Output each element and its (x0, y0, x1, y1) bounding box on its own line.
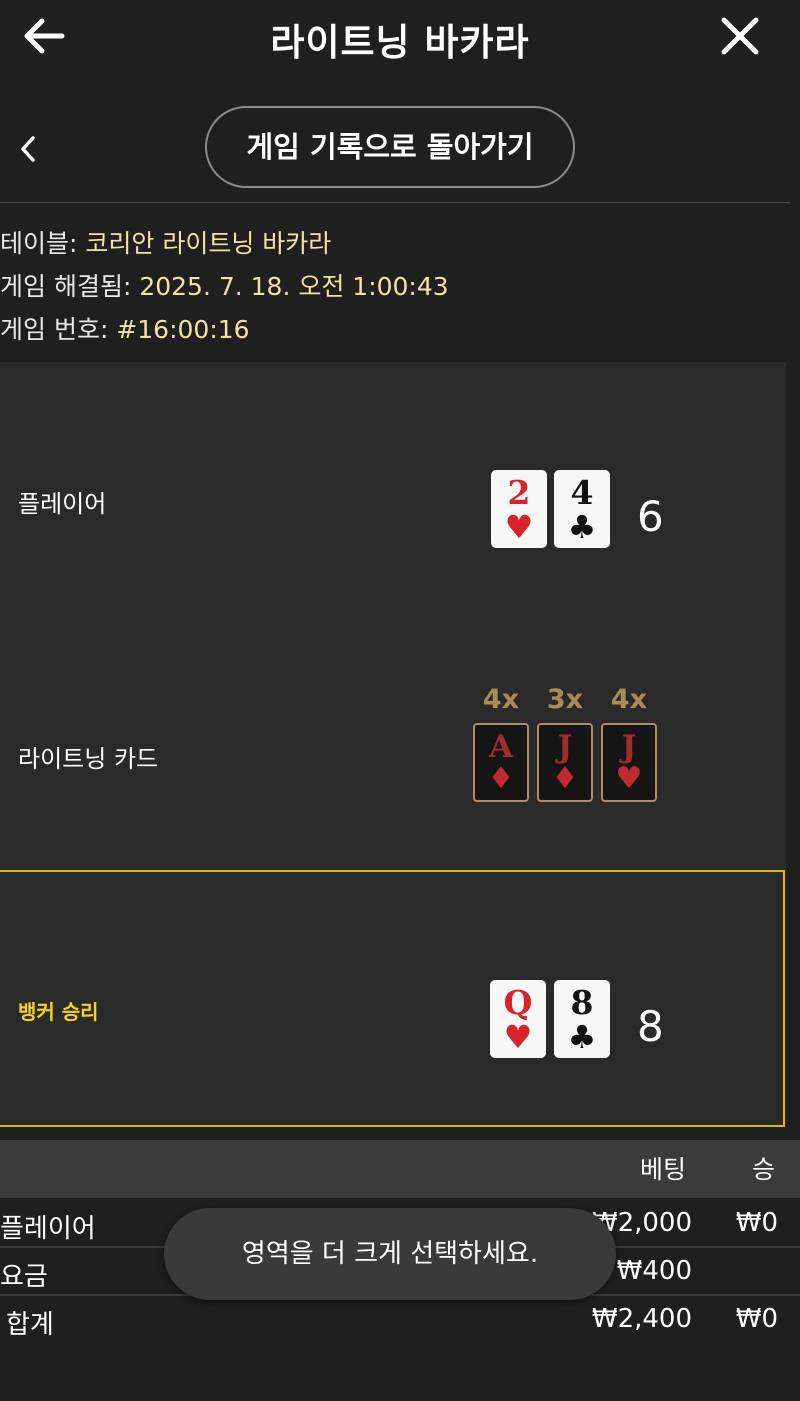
lightning-label: 라이트닝 카드 (18, 745, 159, 773)
player-card-2: 4 ♣ (554, 470, 610, 548)
bet-column-header: 베팅 (640, 1155, 687, 1184)
banker-win-label: 뱅커 승리 (18, 1000, 99, 1024)
player-label: 플레이어 (18, 490, 107, 518)
resolved-time: 2025. 7. 18. 오전 1:00:43 (139, 272, 449, 301)
row-name: 합계 (6, 1310, 54, 1340)
lightning-multiplier-1: 4x (482, 684, 520, 715)
player-card-1: 2 ♥ (491, 470, 547, 548)
lightning-card-1: A ♦ (473, 723, 529, 802)
banker-score: 8 (637, 1002, 664, 1051)
page-title: 라이트닝 바카라 (270, 21, 530, 64)
table-info: 테이블: 코리안 라이트닝 바카라 (0, 229, 332, 258)
resolved-info: 게임 해결됨: 2025. 7. 18. 오전 1:00:43 (0, 272, 449, 301)
game-number-info: 게임 번호: #16:00:16 (0, 315, 250, 344)
row-name: 플레이어 (0, 1214, 96, 1244)
back-to-history-button[interactable]: 게임 기록으로 돌아가기 (205, 106, 575, 188)
banker-card-2: 8 ♣ (554, 980, 610, 1058)
lightning-card-3: J ♥ (601, 723, 657, 802)
row-win: ₩0 (735, 1304, 778, 1334)
game-number: #16:00:16 (116, 315, 250, 344)
lightning-card-2: J ♦ (537, 723, 593, 802)
lightning-multiplier-3: 4x (610, 684, 648, 715)
close-icon[interactable] (718, 14, 762, 58)
lightning-multiplier-2: 3x (546, 684, 584, 715)
chevron-left-icon[interactable] (14, 132, 42, 166)
win-column-header: 승 (752, 1155, 776, 1184)
table-name: 코리안 라이트닝 바카라 (85, 229, 332, 258)
toast-message: 영역을 더 크게 선택하세요. (164, 1208, 616, 1300)
row-name: 요금 (0, 1262, 48, 1292)
banker-card-1: Q ♥ (490, 980, 546, 1058)
row-bet: ₩2,400 (591, 1304, 692, 1334)
player-score: 6 (637, 492, 664, 541)
row-win: ₩0 (735, 1208, 778, 1238)
divider (0, 202, 790, 203)
banker-winner-box (0, 870, 785, 1127)
